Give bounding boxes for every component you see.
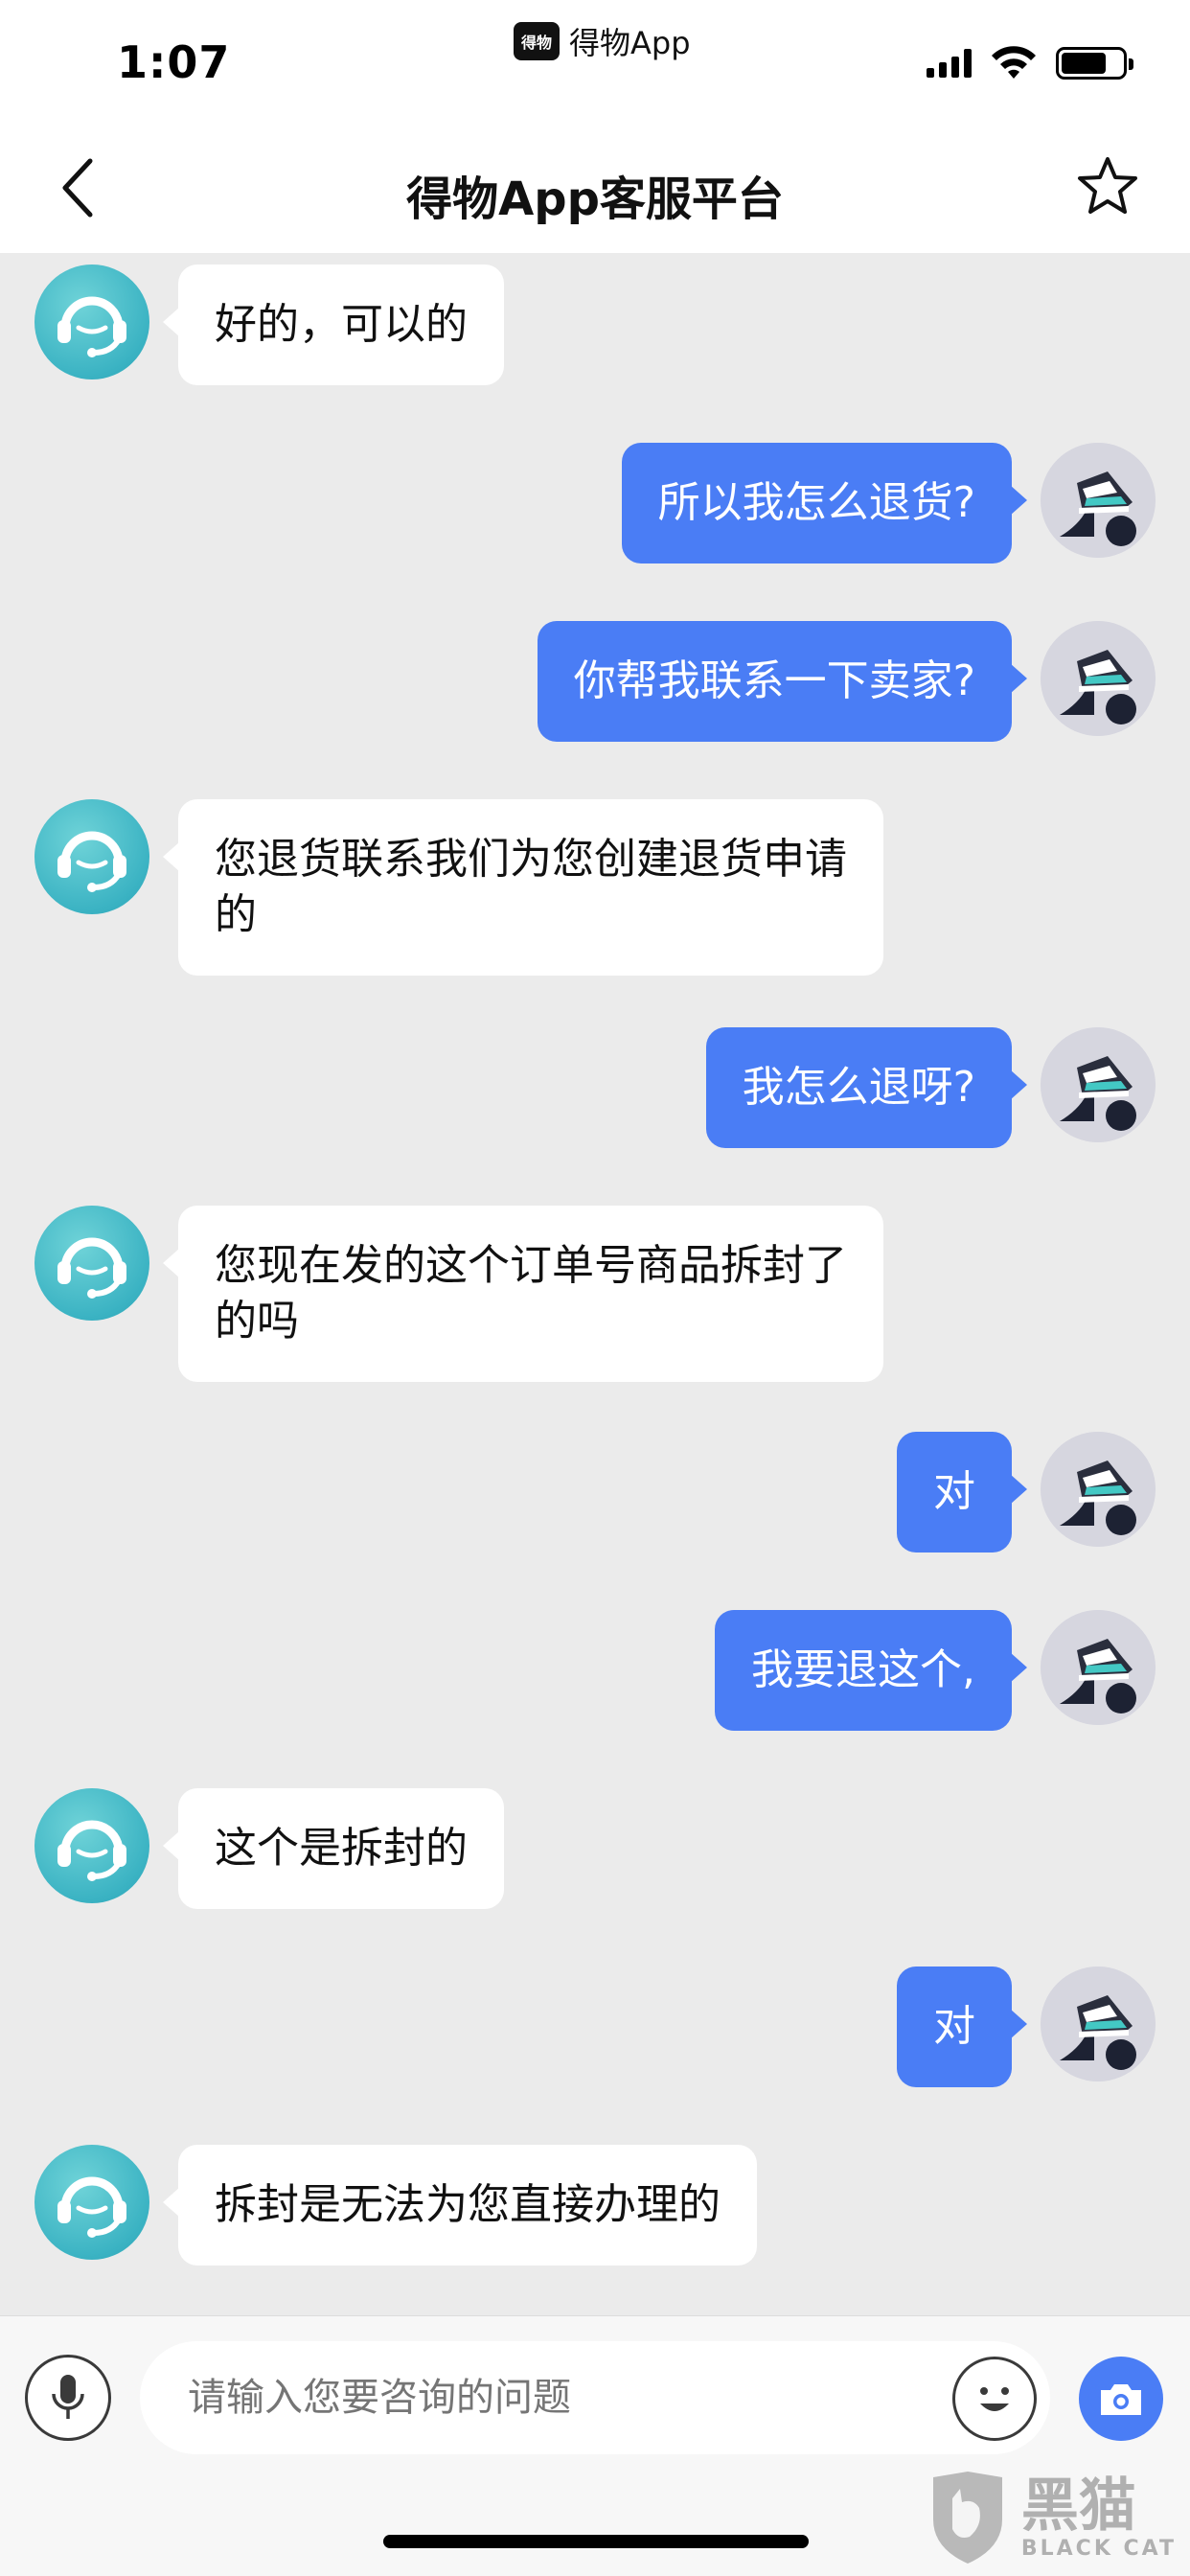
user-message: 你帮我联系一下卖家? (0, 621, 1190, 751)
message-bubble[interactable]: 您退货联系我们为您创建退货申请的 (178, 799, 883, 976)
agent-avatar[interactable] (34, 1206, 149, 1321)
agent-avatar[interactable] (34, 1788, 149, 1903)
watermark-en: BLACK CAT (1020, 2536, 1177, 2561)
nav-bar: 得物App客服平台 (0, 125, 1190, 253)
page-title: 得物App客服平台 (406, 172, 784, 226)
sneaker-mascot-icon (1041, 1432, 1156, 1547)
microphone-icon (52, 2375, 84, 2419)
user-message: 对 (0, 1966, 1190, 2097)
star-outline-icon (1078, 157, 1137, 214)
agent-message: 拆封是无法为您直接办理的 (0, 2145, 1190, 2275)
message-text-line: 我要退这个, (751, 1645, 975, 1694)
message-bubble[interactable]: 您现在发的这个订单号商品拆封了 的吗 (178, 1206, 883, 1382)
watermark: 黑猫 BLACK CAT (924, 2470, 1177, 2565)
voice-input-button[interactable] (25, 2355, 111, 2441)
user-message: 我要退这个, (0, 1610, 1190, 1740)
message-text-line: 我怎么退呀? (742, 1063, 975, 1112)
headset-icon (57, 1237, 126, 1299)
black-cat-logo-icon (932, 2472, 1002, 2564)
message-bubble[interactable]: 你帮我联系一下卖家? (537, 621, 1012, 742)
message-bubble[interactable]: 所以我怎么退货? (621, 443, 1012, 564)
message-bubble[interactable]: 我怎么退呀? (705, 1027, 1012, 1148)
status-icons (927, 46, 1133, 80)
sneaker-mascot-icon (1041, 1027, 1156, 1142)
user-avatar[interactable] (1041, 443, 1156, 558)
app-logo-icon: 得物 (514, 22, 560, 60)
message-text-line: 你帮我联系一下卖家? (573, 656, 975, 705)
message-bubble[interactable]: 对 (897, 1432, 1012, 1552)
headset-icon (57, 831, 126, 892)
user-message: 对 (0, 1432, 1190, 1562)
bubble-tail (1010, 663, 1027, 694)
bubble-tail (1010, 1652, 1027, 1683)
message-text-line: 对 (933, 1467, 975, 1516)
status-time: 1:07 (117, 36, 231, 88)
smiley-icon (980, 2387, 1009, 2411)
chat-screen: 1:07 得物 得物App 得物App客服平台 好的，可以的 所以我怎么退货? … (0, 0, 1190, 2576)
message-bubble[interactable]: 我要退这个, (715, 1610, 1012, 1731)
message-text-line: 的 (215, 890, 257, 939)
user-avatar[interactable] (1041, 1966, 1156, 2082)
home-indicator[interactable] (383, 2535, 809, 2548)
watermark-cn: 黑猫 (1020, 2472, 1136, 2540)
user-avatar[interactable] (1041, 621, 1156, 736)
camera-icon (1101, 2384, 1141, 2415)
message-text-line: 拆封是无法为您直接办理的 (215, 2180, 721, 2229)
message-text-line: 您现在发的这个订单号商品拆封了 (215, 1241, 847, 1290)
agent-message: 这个是拆封的 (0, 1788, 1190, 1919)
back-to-app-indicator[interactable]: 得物 得物App (514, 19, 691, 63)
status-app-name: 得物App (569, 25, 691, 61)
sneaker-mascot-icon (1041, 443, 1156, 558)
status-bar: 1:07 得物 得物App (0, 0, 1190, 125)
agent-message: 您现在发的这个订单号商品拆封了 的吗 (0, 1206, 1190, 1386)
favorite-button[interactable] (1071, 150, 1144, 222)
wifi-icon (992, 46, 1036, 79)
message-bubble[interactable]: 对 (897, 1966, 1012, 2087)
user-avatar[interactable] (1041, 1432, 1156, 1547)
emoji-button[interactable] (952, 2357, 1037, 2441)
agent-avatar[interactable] (34, 2145, 149, 2260)
input-bar: 黑猫 BLACK CAT (0, 2315, 1190, 2576)
headset-icon (57, 296, 126, 357)
cellular-signal-icon (927, 49, 972, 78)
message-text-line: 所以我怎么退货? (657, 478, 975, 527)
bubble-tail (1010, 1474, 1027, 1505)
message-bubble[interactable]: 好的，可以的 (178, 264, 504, 385)
message-text-line: 这个是拆封的 (215, 1824, 468, 1873)
message-text-line: 的吗 (215, 1297, 299, 1346)
sneaker-mascot-icon (1041, 621, 1156, 736)
user-avatar[interactable] (1041, 1610, 1156, 1725)
bubble-tail (1010, 1070, 1027, 1100)
sneaker-mascot-icon (1041, 1610, 1156, 1725)
user-message: 所以我怎么退货? (0, 443, 1190, 573)
agent-avatar[interactable] (34, 799, 149, 914)
message-text-line: 对 (933, 2002, 975, 2051)
battery-icon (1056, 47, 1133, 80)
user-avatar[interactable] (1041, 1027, 1156, 1142)
headset-icon (57, 1820, 126, 1881)
message-input[interactable] (140, 2341, 1050, 2454)
bubble-tail (1010, 2009, 1027, 2039)
user-message: 我怎么退呀? (0, 1027, 1190, 1158)
headset-icon (57, 2176, 126, 2238)
agent-message: 您退货联系我们为您创建退货申请的 (0, 799, 1190, 979)
agent-avatar[interactable] (34, 264, 149, 380)
message-list[interactable]: 好的，可以的所以我怎么退货? 你帮我联系一下卖家? 您退货联系我们为您创建退货申请的… (0, 253, 1190, 2315)
bubble-tail (1010, 485, 1027, 516)
message-bubble[interactable]: 这个是拆封的 (178, 1788, 504, 1909)
message-text-line: 好的，可以的 (215, 300, 468, 349)
sneaker-mascot-icon (1041, 1966, 1156, 2082)
agent-message: 好的，可以的 (0, 264, 1190, 395)
camera-button[interactable] (1079, 2357, 1163, 2441)
message-text-line: 您退货联系我们为您创建退货申请 (215, 835, 847, 884)
message-bubble[interactable]: 拆封是无法为您直接办理的 (178, 2145, 757, 2266)
